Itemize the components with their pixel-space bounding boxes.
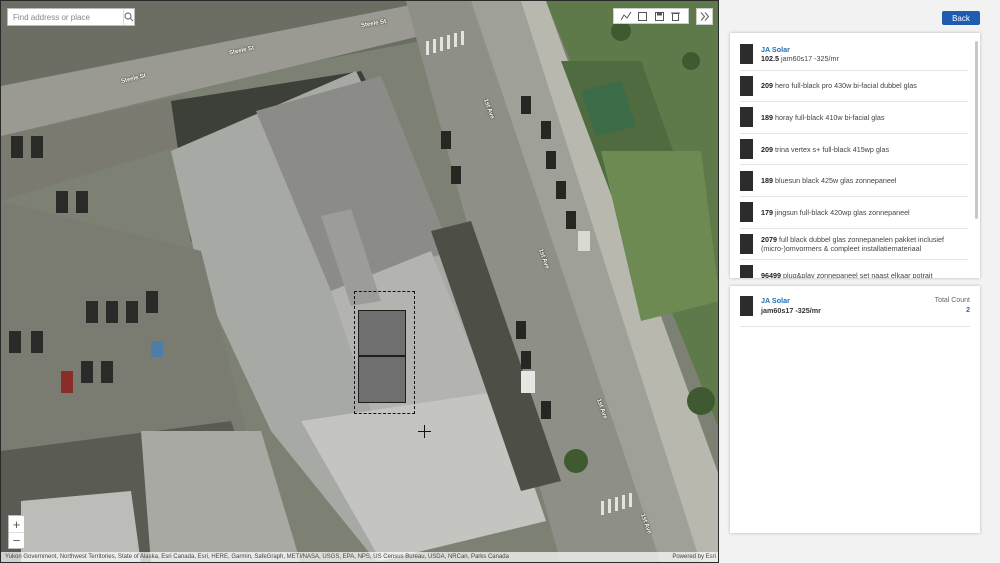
map-view[interactable]: Steele St Steele St Steele St 1st Ave 1s… xyxy=(0,0,719,563)
panel-list-card: JA Solar 102.5 jam60s17 -325/mr 209 hero f… xyxy=(730,33,980,278)
search-box xyxy=(7,8,135,26)
panel-thumbnail xyxy=(740,233,753,254)
solar-panel[interactable] xyxy=(358,356,406,403)
drawing-toolbar xyxy=(613,8,689,24)
list-item-text: 209 hero full-black pro 430w bi-facial d… xyxy=(761,81,917,90)
panel-thumbnail xyxy=(740,75,753,96)
list-item-count: 179 xyxy=(761,207,773,217)
trash-icon[interactable] xyxy=(670,10,682,22)
selected-brand: JA Solar xyxy=(761,296,790,306)
list-item-count: 2079 xyxy=(761,234,777,244)
panel-thumbnail xyxy=(740,107,753,128)
list-item[interactable]: 209 trina vertex s+ full-black 415wp gla… xyxy=(740,134,968,166)
crosshair-cursor-icon xyxy=(418,425,431,438)
back-button[interactable]: Back xyxy=(942,11,980,25)
list-item-count: 96499 xyxy=(761,270,781,278)
zoom-in-button[interactable]: + xyxy=(9,516,24,532)
selected-panel-info: JA Solar jam60s17 -325/mr xyxy=(761,296,935,315)
list-item-brand: JA Solar xyxy=(761,45,790,55)
panel-thumbnail xyxy=(740,265,753,278)
list-item-name: jam60s17 -325/mr xyxy=(781,54,839,64)
list-item-count: 102.5 xyxy=(761,54,779,64)
list-item-name: bluesun black 425w glas zonnepaneel xyxy=(775,176,897,186)
panel-thumbnail xyxy=(740,170,753,191)
list-item-name: trina vertex s+ full-black 415wp glas xyxy=(775,144,890,154)
list-item-name: full black dubbel glas zonnepanelen pakk… xyxy=(761,234,945,253)
zoom-out-button[interactable]: − xyxy=(9,532,24,548)
panel-thumbnail xyxy=(740,44,753,65)
list-item-name: horay full-black 410w bi-facial glas xyxy=(775,112,885,122)
list-item-count: 189 xyxy=(761,112,773,122)
map-attribution: Yukon Government, Northwest Territories,… xyxy=(1,552,718,562)
list-item[interactable]: 189 bluesun black 425w glas zonnepaneel xyxy=(740,165,968,197)
list-item-text: JA Solar 102.5 jam60s17 -325/mr xyxy=(761,45,839,63)
list-item-name: hero full-black pro 430w bi-facial dubbe… xyxy=(775,81,917,91)
list-item[interactable]: 96499 plug&play zonnepaneel set naast el… xyxy=(740,260,968,278)
list-item[interactable]: JA Solar 102.5 jam60s17 -325/mr xyxy=(740,39,968,71)
list-item[interactable]: 189 horay full-black 410w bi-facial glas xyxy=(740,102,968,134)
list-item-count: 209 xyxy=(761,144,773,154)
solar-panel[interactable] xyxy=(358,310,406,356)
list-item-text: 189 horay full-black 410w bi-facial glas xyxy=(761,113,884,122)
list-item-text: 189 bluesun black 425w glas zonnepaneel xyxy=(761,176,896,185)
selection-box[interactable] xyxy=(354,291,415,414)
zoom-controls: + − xyxy=(8,515,25,549)
list-item-count: 189 xyxy=(761,176,773,186)
selected-panel[interactable]: JA Solar jam60s17 -325/mr Total Count 2 xyxy=(740,296,970,327)
panel-thumbnail xyxy=(740,296,753,316)
polyline-icon[interactable] xyxy=(620,10,632,22)
powered-by[interactable]: Powered by Esri xyxy=(672,554,716,560)
list-item[interactable]: 209 hero full-black pro 430w bi-facial d… xyxy=(740,71,968,103)
save-icon[interactable] xyxy=(653,10,665,22)
list-item-text: 209 trina vertex s+ full-black 415wp gla… xyxy=(761,145,889,154)
search-icon[interactable] xyxy=(123,9,134,25)
list-item[interactable]: 2079 full black dubbel glas zonnepanelen… xyxy=(740,229,968,261)
scrollbar[interactable] xyxy=(975,41,978,219)
list-item-text: 96499 plug&play zonnepaneel set naast el… xyxy=(761,271,932,278)
aerial-imagery xyxy=(1,1,718,562)
selected-model: jam60s17 -325/mr xyxy=(761,306,821,315)
attribution-text: Yukon Government, Northwest Territories,… xyxy=(5,554,509,560)
list-item-count: 209 xyxy=(761,81,773,91)
total-count-label: Total Count xyxy=(934,297,970,305)
list-item-text: 179 jingsun full-black 420wp glas zonnep… xyxy=(761,208,910,217)
selected-panel-card: JA Solar jam60s17 -325/mr Total Count 2 xyxy=(730,286,980,533)
square-icon[interactable] xyxy=(637,10,649,22)
list-item[interactable]: 179 jingsun full-black 420wp glas zonnep… xyxy=(740,197,968,229)
panel-thumbnail xyxy=(740,202,753,223)
list-item-name: jingsun full-black 420wp glas zonnepanee… xyxy=(775,207,910,217)
search-input[interactable] xyxy=(8,9,123,25)
panel-list: JA Solar 102.5 jam60s17 -325/mr 209 hero f… xyxy=(730,33,980,278)
double-chevron-right-icon[interactable] xyxy=(696,8,713,25)
panel-thumbnail xyxy=(740,139,753,160)
total-count-value: 2 xyxy=(966,307,970,314)
total-count: Total Count 2 xyxy=(935,296,970,316)
list-item-text: 2079 full black dubbel glas zonnepanelen… xyxy=(761,235,968,253)
list-item-name: plug&play zonnepaneel set naast elkaar p… xyxy=(783,270,933,278)
